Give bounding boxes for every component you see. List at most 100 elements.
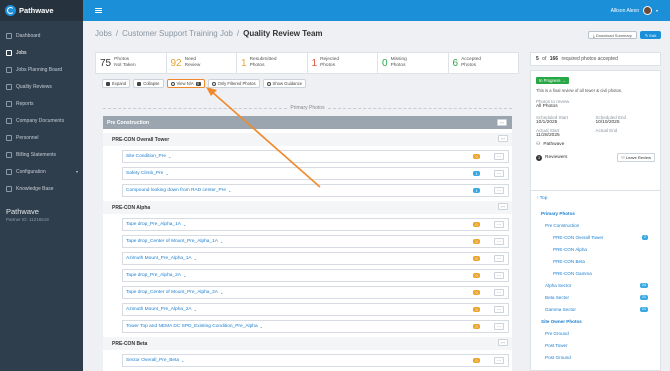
photo-count-badge: 0 xyxy=(473,222,480,227)
accepted-text: required photos accepted xyxy=(561,56,618,62)
photo-row-label: Tape drop_Center of Mount_Pre_Alpha_1A xyxy=(126,239,219,244)
billing-icon xyxy=(6,151,12,158)
header-actions: ⤓ Download Summary ✎ Edit xyxy=(588,31,662,39)
accepted-count: 5 xyxy=(536,56,539,62)
sidebar-item-jobs[interactable]: Jobs xyxy=(0,44,83,61)
toc-top-link[interactable]: ↑ Top xyxy=(536,196,655,201)
photo-row[interactable]: Sector Overall_Pre_Beta ⌄ 0 ··· xyxy=(122,354,509,367)
photo-row[interactable]: Site Condition_Pre ⌄ 0 ··· xyxy=(122,150,509,163)
toc-item-label: Pre Construction xyxy=(545,222,580,228)
photo-row[interactable]: Azimuth Mount_Pre_Alpha_2A ⌄ 0 ··· xyxy=(122,303,509,316)
menu-toggle-icon[interactable] xyxy=(95,8,102,13)
gear-icon xyxy=(6,168,12,175)
more-options-icon[interactable]: ··· xyxy=(497,119,507,126)
toc-item[interactable]: PRE-CON Gamma xyxy=(536,267,655,279)
group-header[interactable]: PRE-CON Alpha ··· xyxy=(103,201,512,214)
sidebar-item-company-documents[interactable]: Company Documents xyxy=(0,112,83,129)
more-options-icon[interactable]: ··· xyxy=(494,221,504,228)
edit-label: Edit xyxy=(649,32,657,38)
sidebar-item-label: Quality Reviews xyxy=(16,83,52,90)
group-title: PRE-CON Beta xyxy=(112,340,148,347)
stat-label: Photos Not Taken xyxy=(114,57,136,69)
more-options-icon[interactable]: ··· xyxy=(494,272,504,279)
expand-button[interactable]: Expand xyxy=(102,79,131,88)
stat-card[interactable]: 1 Resubmitted Photos xyxy=(237,53,308,73)
more-options-icon[interactable]: ··· xyxy=(494,323,504,330)
more-options-icon[interactable]: ··· xyxy=(494,187,504,194)
toc-item-label: PRE-CON Gamma xyxy=(553,270,592,276)
photo-row-label: Azimuth Mount_Pre_Alpha_1A xyxy=(126,256,192,261)
stat-label: Need Review xyxy=(185,57,201,69)
more-options-icon[interactable]: ··· xyxy=(498,203,508,210)
photo-count-badge: 0 xyxy=(473,273,480,278)
photo-row[interactable]: Azimuth Mount_Pre_Alpha_1A ⌄ 0 ··· xyxy=(122,252,509,265)
toc-item[interactable]: Beta Sector 21 xyxy=(536,291,655,303)
collapse-button[interactable]: Collapse xyxy=(133,79,164,88)
more-options-icon[interactable]: ··· xyxy=(494,357,504,364)
sidebar-item-configuration[interactable]: Configuration ▾ xyxy=(0,163,83,180)
toc-item[interactable]: Post Ground xyxy=(536,351,655,363)
toc-item-label: Post Tower xyxy=(545,342,568,348)
sidebar-item-knowledge-base[interactable]: Knowledge Base xyxy=(0,180,83,197)
toc-item[interactable]: PRE-CON Beta xyxy=(536,255,655,267)
stat-card[interactable]: 0 Missing Photos xyxy=(378,53,449,73)
photo-tree: Pre Construction ··· PRE-CON Overall Tow… xyxy=(103,116,512,371)
more-options-icon[interactable]: ··· xyxy=(494,153,504,160)
toc-item[interactable]: PRE-CON Overall Tower 2 xyxy=(536,231,655,243)
breadcrumb-jobs[interactable]: Jobs xyxy=(95,29,112,38)
only-filtered-button[interactable]: Only Filtered Photos xyxy=(207,79,260,88)
more-options-icon[interactable]: ··· xyxy=(498,339,508,346)
stat-card[interactable]: 75 Photos Not Taken xyxy=(96,53,167,73)
view-na-button[interactable]: View N/A 0 xyxy=(166,79,205,88)
toc-item[interactable]: Pre Ground xyxy=(536,327,655,339)
photo-row[interactable]: Tape drop_Center of Mount_Pre_Alpha_2A ⌄ 0… xyxy=(122,286,509,299)
status-badge[interactable]: In Progress → xyxy=(536,77,569,84)
sidebar-item-billing-statements[interactable]: Billing Statements xyxy=(0,146,83,163)
partner-info: Pathwave Partner ID: 11216519 xyxy=(6,207,49,222)
stat-card[interactable]: 1 Rejected Photos xyxy=(308,53,378,73)
toc-item[interactable]: Post Tower xyxy=(536,339,655,351)
stat-card[interactable]: 6 Accepted Photos xyxy=(449,53,519,73)
group-header[interactable]: PRE-CON Overall Tower ··· xyxy=(103,133,512,146)
sidebar-item-reports[interactable]: Reports xyxy=(0,95,83,112)
sidebar-item-quality-reviews[interactable]: Quality Reviews xyxy=(0,78,83,95)
stat-number: 1 xyxy=(241,57,247,69)
more-options-icon[interactable]: ··· xyxy=(494,306,504,313)
download-summary-button[interactable]: ⤓ Download Summary xyxy=(588,31,637,39)
toc-item[interactable]: Alpha Sector 24 xyxy=(536,279,655,291)
toc-item[interactable]: PRE-CON Alpha xyxy=(536,243,655,255)
edit-button[interactable]: ✎ Edit xyxy=(639,31,662,39)
show-guidance-button[interactable]: Show Guidance xyxy=(262,79,307,88)
brand-name: Pathwave xyxy=(19,6,54,15)
more-options-icon[interactable]: ··· xyxy=(494,255,504,262)
user-menu[interactable]: Allison Alexo ▾ xyxy=(611,6,658,15)
photo-row[interactable]: Tower Top and NEMA DC SPD_Existing Condi… xyxy=(122,320,509,333)
group-header[interactable]: PRE-CON Beta ··· xyxy=(103,337,512,350)
breadcrumb-job[interactable]: Customer Support Training Job xyxy=(122,29,233,38)
stat-card[interactable]: 92 Need Review xyxy=(167,53,237,73)
sidebar-item-label: Personnel xyxy=(16,134,39,141)
brand[interactable]: Pathwave xyxy=(0,0,83,21)
sidebar-item-jobs-planning-board[interactable]: Jobs Planning Board xyxy=(0,61,83,78)
leave-review-button[interactable]: ⚇ Leave Review xyxy=(617,153,655,162)
right-panel: 5 of 166 required photos accepted In Pro… xyxy=(530,52,661,371)
sidebar-item-dashboard[interactable]: Dashboard xyxy=(0,27,83,44)
photo-row[interactable]: Tape drop_Pre_Alpha_1A ⌄ 0 ··· xyxy=(122,218,509,231)
sidebar-item-label: Billing Statements xyxy=(16,151,57,158)
toc-item[interactable]: Primary Photos xyxy=(536,207,655,219)
photo-row[interactable]: Tape drop_Pre_Alpha_2A ⌄ 0 ··· xyxy=(122,269,509,282)
section-header[interactable]: Pre Construction ··· xyxy=(103,116,512,129)
toc-item[interactable]: Pre Construction xyxy=(536,219,655,231)
photo-row[interactable]: Tape drop_Center of Mount_Pre_Alpha_1A ⌄ 0… xyxy=(122,235,509,248)
toc-item[interactable]: Gamma Sector 21 xyxy=(536,303,655,315)
more-options-icon[interactable]: ··· xyxy=(494,238,504,245)
accepted-summary: 5 of 166 required photos accepted xyxy=(530,52,661,66)
chevron-down-icon: ⌄ xyxy=(228,188,232,193)
sidebar-item-personnel[interactable]: Personnel xyxy=(0,129,83,146)
more-options-icon[interactable]: ··· xyxy=(494,289,504,296)
more-options-icon[interactable]: ··· xyxy=(498,135,508,142)
photo-row[interactable]: Compound looking down from RAD center_Pr… xyxy=(122,184,509,197)
more-options-icon[interactable]: ··· xyxy=(494,170,504,177)
toc-item[interactable]: Site Owner Photos xyxy=(536,315,655,327)
photo-row[interactable]: Safety Climb_Pre ⌄ 1 ··· xyxy=(122,167,509,180)
